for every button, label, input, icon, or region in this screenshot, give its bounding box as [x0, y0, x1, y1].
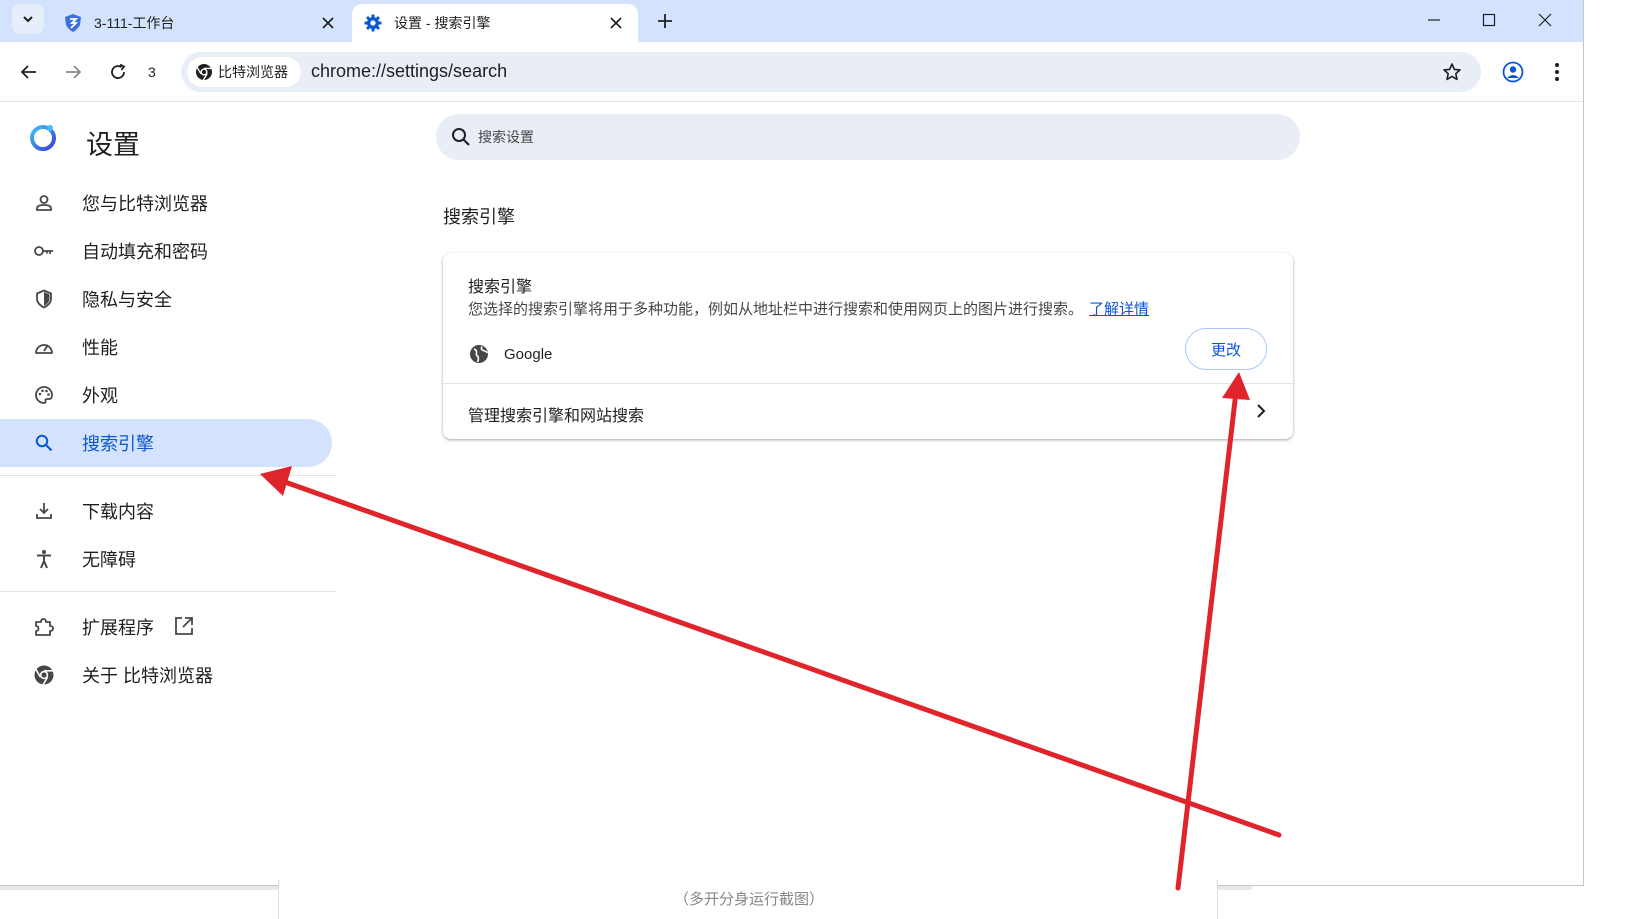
maximize-button[interactable] — [1461, 0, 1517, 40]
close-window-button[interactable] — [1517, 0, 1573, 40]
open-external-icon — [173, 615, 195, 637]
tab-close-button[interactable] — [314, 9, 342, 37]
settings-search-box[interactable] — [436, 114, 1300, 160]
close-icon — [610, 17, 622, 29]
manage-search-engines-row[interactable]: 管理搜索引擎和网站搜索 — [443, 384, 1293, 439]
learn-more-link[interactable]: 了解详情 — [1089, 301, 1149, 318]
profile-button[interactable] — [1497, 56, 1529, 88]
shield-icon — [32, 287, 56, 311]
reload-button[interactable] — [102, 56, 134, 88]
download-icon — [32, 499, 56, 523]
manage-label: 管理搜索引擎和网站搜索 — [468, 408, 645, 425]
current-engine-row: Google — [468, 337, 1268, 373]
search-icon — [32, 431, 56, 455]
section-title: 搜索引擎 — [443, 207, 515, 227]
sidebar-item-label: 关于 比特浏览器 — [82, 666, 214, 686]
puzzle-icon — [32, 615, 56, 639]
sidebar-item-appearance[interactable]: 外观 — [0, 371, 332, 419]
sidebar-item-performance[interactable]: 性能 — [0, 323, 332, 371]
maximize-icon — [1482, 13, 1496, 27]
bitbrowser-shield-icon — [62, 12, 84, 34]
new-tab-button[interactable] — [650, 6, 680, 36]
sidebar-item-label: 无障碍 — [82, 550, 136, 570]
menu-button[interactable] — [1541, 56, 1573, 88]
sidebar-item-accessibility[interactable]: 无障碍 — [0, 535, 332, 583]
sidebar-item-label: 扩展程序 — [82, 618, 154, 638]
key-icon — [32, 239, 56, 263]
chevron-right-icon — [1257, 404, 1266, 418]
arrow-right-icon — [66, 65, 82, 79]
sidebar-item-label: 隐私与安全 — [82, 290, 172, 310]
minimize-button[interactable] — [1406, 0, 1462, 40]
url-text[interactable]: chrome://settings/search — [311, 61, 507, 82]
more-vertical-icon — [1555, 63, 1559, 81]
chrome-logo-icon — [32, 663, 56, 687]
sidebar-divider — [0, 475, 336, 476]
sidebar-item-autofill[interactable]: 自动填充和密码 — [0, 227, 332, 275]
sidebar-item-search-engine[interactable]: 搜索引擎 — [0, 419, 332, 467]
tab-search-button[interactable] — [12, 4, 44, 34]
tab-workspace[interactable]: 3-111-工作台 — [52, 4, 350, 42]
speedometer-icon — [32, 335, 56, 359]
search-icon — [452, 128, 470, 146]
chrome-logo-icon — [196, 64, 212, 81]
sidebar-item-you-and-browser[interactable]: 您与比特浏览器 — [0, 179, 332, 227]
plus-icon — [658, 14, 672, 28]
forward-button[interactable] — [57, 56, 89, 88]
bookmark-button[interactable] — [1437, 57, 1467, 87]
back-button[interactable] — [13, 56, 45, 88]
sidebar-item-downloads[interactable]: 下载内容 — [0, 487, 332, 535]
close-icon — [1538, 13, 1552, 27]
reload-count: 3 — [148, 64, 156, 80]
tab-title: 设置 - 搜索引擎 — [394, 15, 491, 31]
tab-title: 3-111-工作台 — [94, 15, 175, 31]
sidebar-divider — [0, 591, 336, 592]
card-description: 您选择的搜索引擎将用于多种功能，例如从地址栏中进行搜索和使用网页上的图片进行搜索… — [468, 298, 1149, 319]
tab-close-button[interactable] — [602, 9, 630, 37]
sidebar-item-extensions[interactable]: 扩展程序 — [0, 603, 332, 651]
globe-icon — [470, 345, 489, 363]
change-engine-button[interactable]: 更改 — [1185, 328, 1267, 370]
site-chip-label: 比特浏览器 — [218, 64, 288, 80]
star-icon — [1443, 63, 1461, 81]
card-heading: 搜索引擎 — [468, 279, 533, 296]
description-text: 您选择的搜索引擎将用于多种功能，例如从地址栏中进行搜索和使用网页上的图片进行搜索… — [468, 301, 1084, 318]
page-title: 设置 — [86, 130, 140, 160]
engine-name: Google — [504, 346, 553, 363]
arrow-left-icon — [20, 65, 36, 79]
search-engine-card: 搜索引擎 您选择的搜索引擎将用于多种功能，例如从地址栏中进行搜索和使用网页上的图… — [443, 253, 1293, 439]
site-info-chip[interactable]: 比特浏览器 — [187, 57, 301, 87]
close-icon — [322, 17, 334, 29]
chevron-down-icon — [23, 16, 33, 23]
gear-icon — [362, 12, 384, 34]
account-icon — [1502, 61, 1524, 83]
browser-window: 3-111-工作台 设置 - 搜索引擎 3 比特浏览器 chrome://set… — [0, 0, 1584, 886]
reload-icon — [111, 63, 126, 79]
sidebar-item-label: 性能 — [82, 338, 118, 358]
address-bar[interactable]: 比特浏览器 chrome://settings/search — [181, 52, 1481, 92]
sidebar-item-label: 搜索引擎 — [82, 434, 154, 454]
background-document: （多开分身运行截图） — [278, 880, 1218, 919]
background-caption: （多开分身运行截图） — [673, 891, 824, 908]
tab-strip: 3-111-工作台 设置 - 搜索引擎 — [0, 0, 1583, 42]
toolbar: 3 比特浏览器 chrome://settings/search — [0, 42, 1583, 102]
sidebar-item-privacy[interactable]: 隐私与安全 — [0, 275, 332, 323]
settings-search-input[interactable] — [478, 120, 1258, 154]
minimize-icon — [1428, 19, 1440, 21]
accessibility-icon — [32, 547, 56, 571]
settings-page: 设置 您与比特浏览器 自动填充和密码 — [0, 103, 1583, 885]
sidebar-item-label: 您与比特浏览器 — [82, 194, 208, 214]
palette-icon — [32, 383, 56, 407]
person-icon — [32, 191, 56, 215]
bitbrowser-logo-icon — [30, 125, 56, 151]
sidebar-item-label: 自动填充和密码 — [82, 242, 208, 262]
sidebar-item-about[interactable]: 关于 比特浏览器 — [0, 651, 332, 699]
sidebar-item-label: 外观 — [82, 386, 118, 406]
sidebar-item-label: 下载内容 — [82, 502, 154, 522]
tab-settings-search[interactable]: 设置 - 搜索引擎 — [352, 4, 638, 42]
